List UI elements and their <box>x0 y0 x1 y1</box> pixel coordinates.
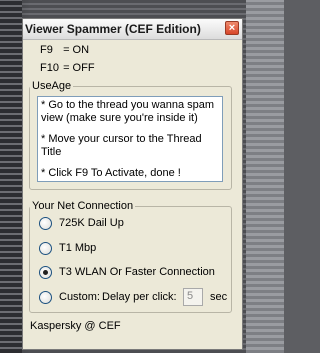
usage-group-label: UseAge <box>30 80 74 92</box>
f10-key-label: F10 <box>40 62 59 74</box>
usage-step-1: * Go to the thread you wanna spam view (… <box>41 99 215 124</box>
option-t3-wlan-label: T3 WLAN Or Faster Connection <box>59 266 215 278</box>
window-title: Viewer Spammer (CEF Edition) <box>25 22 201 36</box>
f10-status: F10 = OFF <box>40 62 95 74</box>
usage-group: * Go to the thread you wanna spam view (… <box>29 86 232 190</box>
close-button[interactable]: × <box>225 21 239 35</box>
f9-status: F9 = ON <box>40 44 89 56</box>
background-building-left <box>0 0 22 353</box>
delay-per-click-label: Delay per click: <box>102 291 177 303</box>
f10-status-value: = OFF <box>63 62 95 74</box>
title-bar[interactable]: Viewer Spammer (CEF Edition) × <box>23 19 242 40</box>
app-window: Viewer Spammer (CEF Edition) × F9 = ON F… <box>22 18 243 350</box>
connection-group-label: Your Net Connection <box>30 200 136 212</box>
radio-custom[interactable] <box>39 291 52 304</box>
option-t1-label: T1 Mbp <box>59 242 97 254</box>
delay-unit-label: sec <box>210 291 228 303</box>
option-725k-dialup-label: 725K Dail Up <box>59 217 124 229</box>
background-building-right <box>246 0 284 353</box>
usage-instructions-box[interactable]: * Go to the thread you wanna spam view (… <box>37 96 223 182</box>
radio-t1[interactable] <box>39 242 52 255</box>
footer-credit: Kaspersky @ CEF <box>30 320 121 332</box>
connection-group: 725K Dail Up T1 Mbp T3 WLAN Or Faster Co… <box>29 206 232 313</box>
radio-725k-dialup[interactable] <box>39 217 52 230</box>
delay-input[interactable]: 5 <box>183 288 203 306</box>
option-custom-label: Custom: <box>59 291 100 303</box>
f9-status-value: = ON <box>63 44 90 56</box>
close-icon: × <box>228 22 236 34</box>
f9-key-label: F9 <box>40 44 53 56</box>
usage-step-2: * Move your cursor to the Thread Title <box>41 133 202 158</box>
usage-step-3: * Click F9 To Activate, done ! <box>41 167 181 179</box>
radio-t3-wlan[interactable] <box>39 266 52 279</box>
